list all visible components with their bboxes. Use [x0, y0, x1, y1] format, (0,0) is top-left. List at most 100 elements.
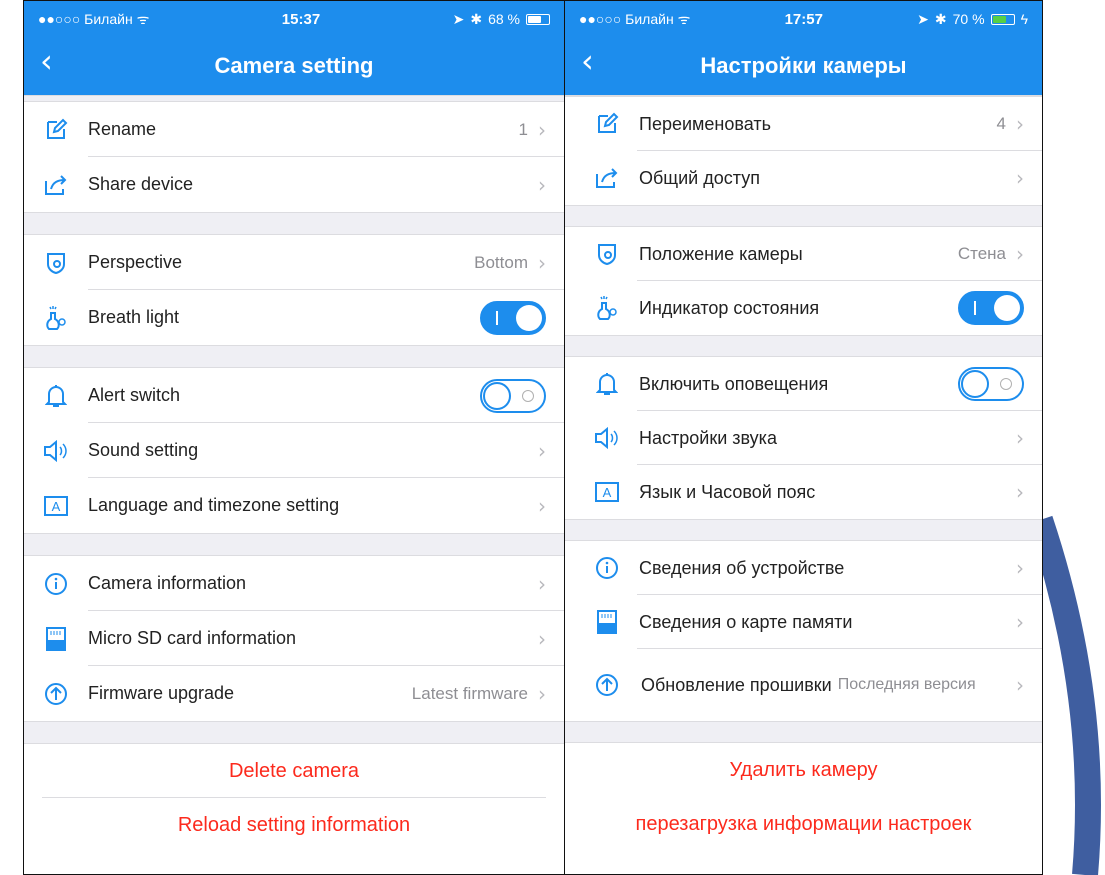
reload-setting-button[interactable]: перезагрузка информации настроек	[565, 797, 1042, 851]
chevron-left-icon[interactable]: ‹	[40, 45, 53, 77]
firmware-upgrade-row[interactable]: Firmware upgrade Latest firmware ›	[24, 666, 564, 721]
speaker-icon	[593, 424, 621, 452]
rename-label: Rename	[88, 119, 157, 139]
status-bar: ●●○○○ Билайн ᯤ 15:37 ➤ ✱ 68 %	[24, 1, 564, 37]
alert-switch-label: Включить оповещения	[639, 373, 829, 394]
edit-icon	[42, 116, 70, 144]
language-icon-text: A	[603, 485, 612, 500]
rename-row[interactable]: Rename 1 ›	[24, 102, 564, 157]
location-icon: ➤	[452, 10, 465, 27]
perspective-label: Положение камеры	[639, 243, 803, 264]
section-gap	[565, 205, 1042, 227]
section-gap	[24, 721, 564, 744]
lamp-icon	[593, 294, 621, 322]
sound-setting-label: Настройки звука	[639, 427, 777, 448]
camera-information-label: Camera information	[88, 573, 247, 593]
chevron-right-icon: ›	[538, 250, 546, 275]
chevron-right-icon: ›	[1016, 112, 1024, 136]
share-device-row[interactable]: Общий доступ ›	[565, 151, 1042, 205]
edit-icon	[593, 110, 621, 138]
section-gap	[565, 519, 1042, 541]
battery-percent: 68 %	[488, 11, 520, 27]
section-gap	[565, 335, 1042, 357]
battery-icon	[990, 13, 1015, 25]
battery-fill	[528, 15, 541, 23]
breath-light-toggle[interactable]	[958, 291, 1024, 325]
camera-information-row[interactable]: Сведения об устройстве ›	[565, 541, 1042, 595]
rename-value: 4	[996, 114, 1006, 133]
delete-camera-button[interactable]: Удалить камеру	[565, 743, 1042, 797]
share-device-label: Share device	[88, 174, 194, 194]
chevron-right-icon: ›	[1016, 242, 1024, 266]
bluetooth-icon: ✱	[934, 10, 947, 27]
status-bar: ●●○○○ Билайн ᯤ 17:57 ➤ ✱ 70 % ϟ	[565, 1, 1042, 37]
page-title: Настройки камеры	[700, 53, 907, 78]
section-gap	[24, 345, 564, 368]
lamp-icon	[42, 304, 70, 332]
language-icon: A	[42, 492, 70, 520]
perspective-row[interactable]: Perspective Bottom ›	[24, 235, 564, 290]
language-timezone-label: Язык и Часовой пояс	[639, 481, 816, 502]
status-right: ➤ ✱ 68 %	[453, 11, 550, 28]
perspective-row[interactable]: Положение камеры Стена ›	[565, 227, 1042, 281]
section-gap	[24, 95, 564, 102]
sound-setting-row[interactable]: Sound setting ›	[24, 423, 564, 478]
breath-light-toggle[interactable]	[480, 300, 546, 335]
reload-setting-button[interactable]: Reload setting information	[24, 798, 564, 852]
sd-card-information-label: Сведения о карте памяти	[639, 611, 853, 632]
upgrade-icon	[42, 680, 70, 708]
chevron-right-icon: ›	[538, 172, 546, 197]
page-title: Camera setting	[214, 53, 374, 78]
chevron-right-icon: ›	[1016, 610, 1024, 634]
reload-setting-label: Reload setting information	[177, 813, 411, 836]
breath-light-label: Индикатор состояния	[639, 297, 820, 318]
share-device-row[interactable]: Share device ›	[24, 157, 564, 212]
navigation-bar: ‹ Настройки камеры	[565, 37, 1042, 95]
delete-camera-label: Удалить камеру	[729, 758, 878, 781]
section-gap	[565, 721, 1042, 743]
sd-card-information-row[interactable]: Сведения о карте памяти ›	[565, 595, 1042, 649]
chevron-right-icon: ›	[1016, 480, 1024, 504]
alert-switch-toggle[interactable]	[958, 367, 1024, 401]
chevron-right-icon: ›	[1016, 673, 1024, 697]
camera-information-label: Сведения об устройстве	[639, 557, 845, 578]
location-icon: ➤	[917, 10, 929, 27]
russian-screen: ●●○○○ Билайн ᯤ 17:57 ➤ ✱ 70 % ϟ ‹ Настро…	[564, 0, 1043, 875]
sd-card-information-row[interactable]: Micro SD card information ›	[24, 611, 564, 666]
chevron-right-icon: ›	[538, 438, 546, 463]
rename-row[interactable]: Переименовать 4 ›	[565, 97, 1042, 151]
chevron-right-icon: ›	[538, 493, 546, 518]
section-gap	[24, 212, 564, 235]
chevron-right-icon: ›	[538, 117, 546, 142]
reload-setting-label: перезагрузка информации настроек	[635, 812, 972, 835]
language-timezone-row[interactable]: A Язык и Часовой пояс ›	[565, 465, 1042, 519]
chevron-left-icon[interactable]: ‹	[581, 45, 594, 77]
clock: 17:57	[784, 10, 823, 28]
carrier: ●●○○○ Билайн ᯤ	[38, 10, 150, 27]
alert-switch-row: Включить оповещения	[565, 357, 1042, 411]
sound-setting-label: Sound setting	[88, 440, 199, 460]
firmware-upgrade-row[interactable]: Обновление прошивки Последняя версия ›	[565, 649, 1042, 721]
perspective-value: Стена	[957, 244, 1006, 263]
bell-icon	[593, 370, 621, 398]
language-timezone-row[interactable]: A Language and timezone setting ›	[24, 478, 564, 533]
sd-card-information-label: Micro SD card information	[88, 628, 297, 648]
status-right: ➤ ✱ 70 % ϟ	[917, 11, 1028, 28]
bluetooth-icon: ✱	[470, 10, 483, 27]
alert-switch-toggle[interactable]	[480, 378, 546, 413]
battery-icon	[526, 13, 550, 25]
breath-light-row: Breath light	[24, 290, 564, 345]
delete-camera-button[interactable]: Delete camera	[24, 744, 564, 798]
chevron-right-icon: ›	[538, 681, 546, 706]
breath-light-label: Breath light	[88, 307, 180, 327]
sd-card-icon	[593, 608, 621, 636]
chevron-right-icon: ›	[538, 571, 546, 596]
share-device-label: Общий доступ	[639, 167, 760, 188]
camera-shield-icon	[42, 249, 70, 277]
language-icon: A	[593, 478, 621, 506]
alert-switch-label: Alert switch	[88, 385, 181, 405]
sound-setting-row[interactable]: Настройки звука ›	[565, 411, 1042, 465]
info-icon	[593, 554, 621, 582]
firmware-upgrade-label: Firmware upgrade	[88, 683, 235, 703]
camera-information-row[interactable]: Camera information ›	[24, 556, 564, 611]
